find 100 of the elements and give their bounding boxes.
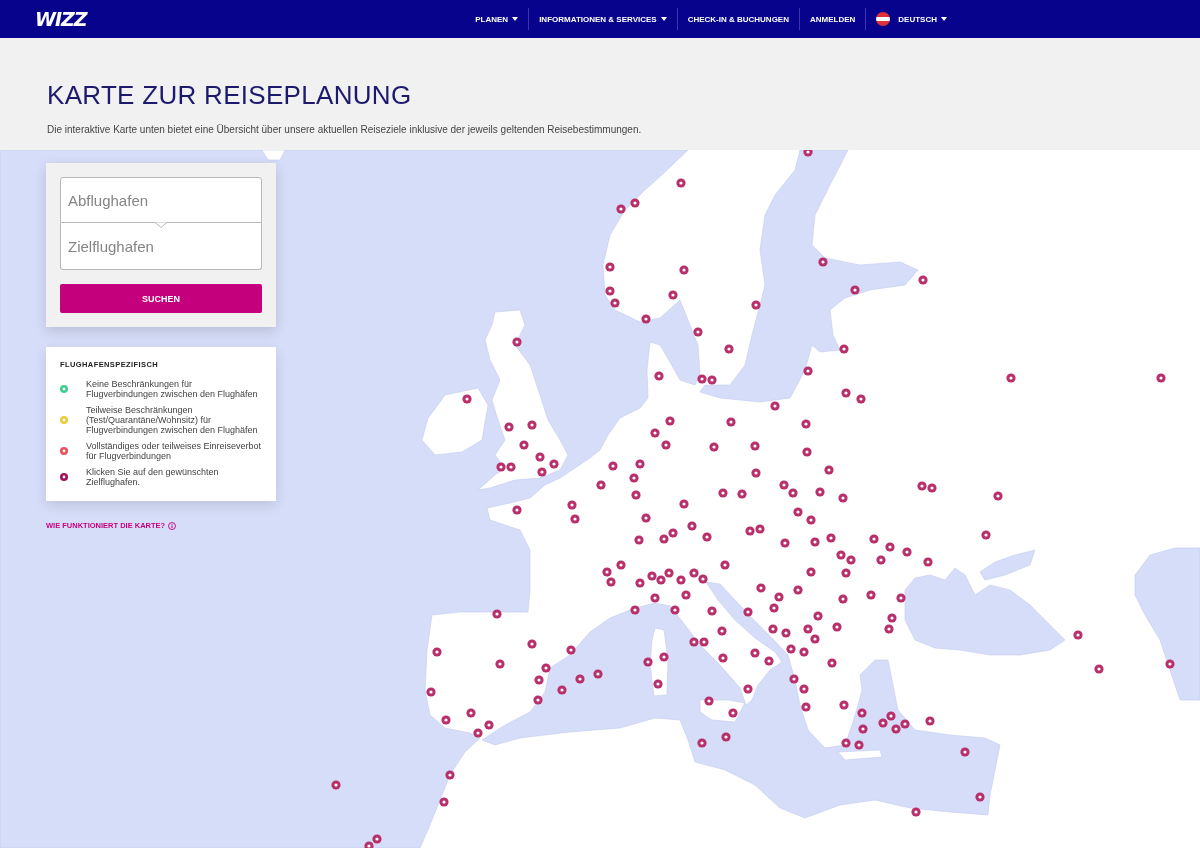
map-pin-icon[interactable]: [884, 624, 894, 634]
map-pin-icon[interactable]: [549, 459, 559, 469]
map-pin-icon[interactable]: [850, 285, 860, 295]
map-pin-icon[interactable]: [858, 724, 868, 734]
map-pin-icon[interactable]: [616, 560, 626, 570]
map-pin-icon[interactable]: [606, 577, 616, 587]
map-pin-icon[interactable]: [743, 684, 753, 694]
map-pin-icon[interactable]: [535, 452, 545, 462]
map-pin-icon[interactable]: [689, 568, 699, 578]
map-pin-icon[interactable]: [975, 792, 985, 802]
map-pin-icon[interactable]: [750, 441, 760, 451]
map-pin-icon[interactable]: [527, 639, 537, 649]
map-pin-icon[interactable]: [737, 489, 747, 499]
map-pin-icon[interactable]: [605, 286, 615, 296]
map-pin-icon[interactable]: [630, 605, 640, 615]
map-pin-icon[interactable]: [445, 770, 455, 780]
map-pin-icon[interactable]: [698, 574, 708, 584]
map-pin-icon[interactable]: [441, 715, 451, 725]
map-pin-icon[interactable]: [806, 567, 816, 577]
map-pin-icon[interactable]: [886, 711, 896, 721]
map-pin-icon[interactable]: [527, 420, 537, 430]
map-pin-icon[interactable]: [681, 590, 691, 600]
map-pin-icon[interactable]: [608, 461, 618, 471]
map-pin-icon[interactable]: [432, 647, 442, 657]
map-pin-icon[interactable]: [918, 275, 928, 285]
map-pin-icon[interactable]: [676, 178, 686, 188]
map-pin-icon[interactable]: [810, 537, 820, 547]
map-pin-icon[interactable]: [659, 534, 669, 544]
map-pin-icon[interactable]: [769, 603, 779, 613]
map-pin-icon[interactable]: [702, 532, 712, 542]
map-pin-icon[interactable]: [726, 417, 736, 427]
map-pin-icon[interactable]: [755, 524, 765, 534]
map-pin-icon[interactable]: [896, 593, 906, 603]
map-pin-icon[interactable]: [718, 653, 728, 663]
map-pin-icon[interactable]: [751, 300, 761, 310]
map-pin-icon[interactable]: [650, 593, 660, 603]
map-pin-icon[interactable]: [764, 656, 774, 666]
map-pin-icon[interactable]: [802, 447, 812, 457]
map-pin-icon[interactable]: [751, 468, 761, 478]
map-pin-icon[interactable]: [631, 490, 641, 500]
map-pin-icon[interactable]: [372, 834, 382, 844]
map-pin-icon[interactable]: [793, 507, 803, 517]
map-pin-icon[interactable]: [801, 419, 811, 429]
logo[interactable]: WIZZ: [35, 8, 87, 30]
map-pin-icon[interactable]: [654, 371, 664, 381]
map-pin-icon[interactable]: [774, 592, 784, 602]
map-pin-icon[interactable]: [803, 366, 813, 376]
map-pin-icon[interactable]: [512, 337, 522, 347]
map-pin-icon[interactable]: [728, 708, 738, 718]
nav-link[interactable]: PLANEN: [465, 9, 529, 29]
map-pin-icon[interactable]: [826, 533, 836, 543]
departure-airport-field[interactable]: Abflughafen: [60, 177, 262, 223]
map-pin-icon[interactable]: [780, 538, 790, 548]
map-pin-icon[interactable]: [827, 658, 837, 668]
destination-airport-field[interactable]: Zielflughafen: [60, 223, 262, 270]
map-pin-icon[interactable]: [496, 462, 506, 472]
map-pin-icon[interactable]: [806, 515, 816, 525]
map-pin-icon[interactable]: [707, 606, 717, 616]
map-pin-icon[interactable]: [1073, 630, 1083, 640]
map-pin-icon[interactable]: [813, 611, 823, 621]
map-pin-icon[interactable]: [841, 738, 851, 748]
map-pin-icon[interactable]: [799, 647, 809, 657]
map-pin-icon[interactable]: [925, 716, 935, 726]
map-pin-icon[interactable]: [602, 567, 612, 577]
map-pin-icon[interactable]: [641, 513, 651, 523]
map-pin-icon[interactable]: [635, 578, 645, 588]
map-pin-icon[interactable]: [838, 594, 848, 604]
map-pin-icon[interactable]: [721, 732, 731, 742]
map-pin-icon[interactable]: [610, 298, 620, 308]
map-pin-icon[interactable]: [426, 687, 436, 697]
map-pin-icon[interactable]: [661, 440, 671, 450]
map-pin-icon[interactable]: [856, 394, 866, 404]
map-pin-icon[interactable]: [693, 327, 703, 337]
map-pin-icon[interactable]: [709, 442, 719, 452]
nav-link[interactable]: ANMELDEN: [800, 9, 866, 29]
map-pin-icon[interactable]: [857, 708, 867, 718]
map-pin-icon[interactable]: [891, 724, 901, 734]
map-pin-icon[interactable]: [824, 465, 834, 475]
map-pin-icon[interactable]: [484, 720, 494, 730]
map-pin-icon[interactable]: [570, 514, 580, 524]
map-pin-icon[interactable]: [506, 462, 516, 472]
map-pin-icon[interactable]: [596, 480, 606, 490]
map-pin-icon[interactable]: [656, 575, 666, 585]
map-pin-icon[interactable]: [593, 669, 603, 679]
map-pin-icon[interactable]: [917, 481, 927, 491]
map-pin-icon[interactable]: [770, 401, 780, 411]
map-pin-icon[interactable]: [492, 609, 502, 619]
map-pin-icon[interactable]: [854, 740, 864, 750]
map-pin-icon[interactable]: [789, 674, 799, 684]
map-pin-icon[interactable]: [679, 265, 689, 275]
map-pin-icon[interactable]: [331, 780, 341, 790]
map-pin-icon[interactable]: [756, 583, 766, 593]
map-pin-icon[interactable]: [960, 747, 970, 757]
map-pin-icon[interactable]: [687, 521, 697, 531]
map-pin-icon[interactable]: [927, 483, 937, 493]
map-pin-icon[interactable]: [911, 807, 921, 817]
map-pin-icon[interactable]: [803, 150, 813, 157]
map-pin-icon[interactable]: [724, 344, 734, 354]
map-pin-icon[interactable]: [512, 505, 522, 515]
map-pin-icon[interactable]: [679, 499, 689, 509]
